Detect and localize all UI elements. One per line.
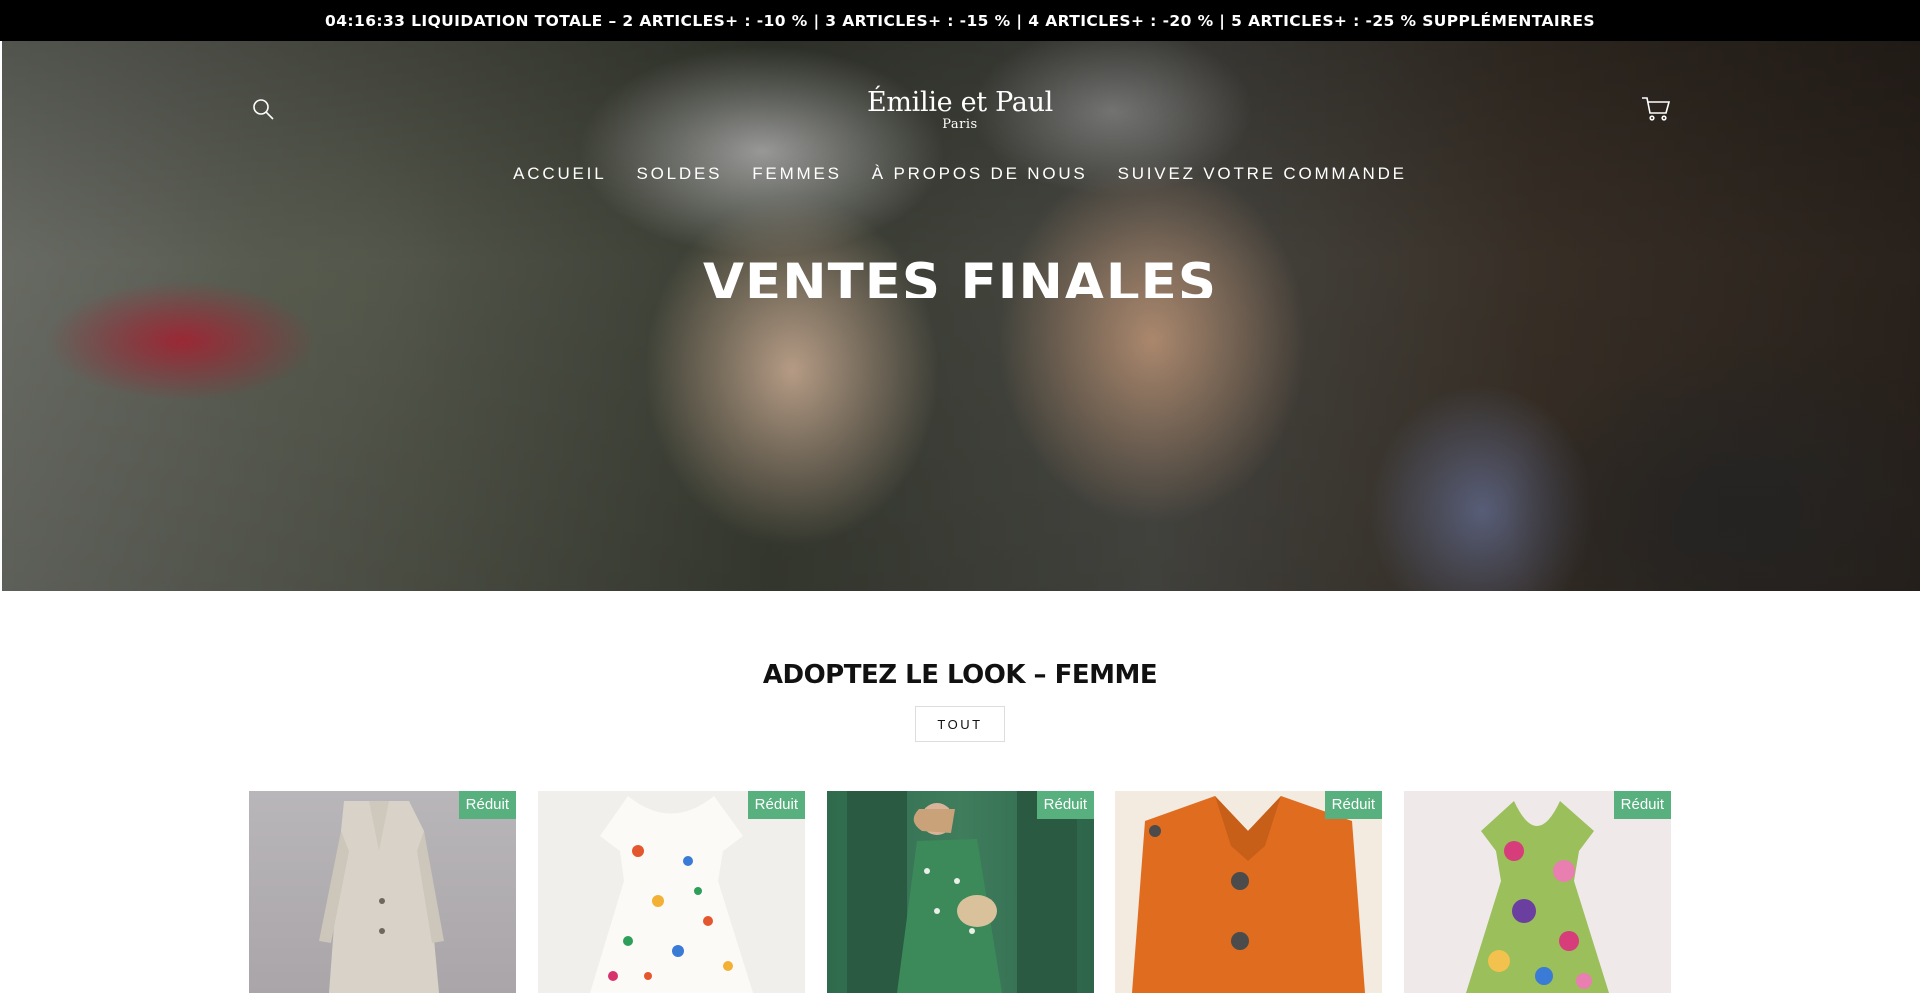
sale-badge: Réduit: [1613, 791, 1671, 819]
sale-badge: Réduit: [747, 791, 805, 819]
view-all-button[interactable]: TOUT: [915, 706, 1005, 742]
product-card[interactable]: Réduit: [538, 791, 805, 993]
cart-button[interactable]: [1638, 92, 1674, 126]
product-card[interactable]: Réduit: [249, 791, 516, 993]
nav-item-soldes[interactable]: SOLDES: [636, 162, 722, 186]
product-image-orange-cardigan: [1132, 796, 1365, 993]
announcement-text: 04:16:33 LIQUIDATION TOTALE – 2 ARTICLES…: [325, 11, 1595, 30]
hero-title: VENTES FINALES: [702, 254, 1217, 298]
nav-item-suivez-commande[interactable]: SUIVEZ VOTRE COMMANDE: [1118, 162, 1407, 186]
product-image-floral-dress: [590, 796, 753, 993]
sale-badge: Réduit: [1036, 791, 1094, 819]
announcement-bar: 04:16:33 LIQUIDATION TOTALE – 2 ARTICLES…: [0, 0, 1920, 41]
collection-title: ADOPTEZ LE LOOK – FEMME: [762, 660, 1158, 690]
sale-badge: Réduit: [1324, 791, 1382, 819]
main-navigation: ACCUEIL SOLDES FEMMES À PROPOS DE NOUS S…: [0, 162, 1920, 186]
product-card[interactable]: Réduit: [1115, 791, 1382, 993]
search-icon: [253, 99, 274, 120]
brand-logo[interactable]: Émilie et Paul Paris: [860, 88, 1060, 132]
nav-item-accueil[interactable]: ACCUEIL: [513, 162, 606, 186]
product-image-wrap-dress: [1466, 801, 1609, 993]
product-image-green-dress: [847, 791, 1077, 993]
logo-sub-text: Paris: [942, 117, 978, 132]
search-button[interactable]: [246, 92, 280, 126]
nav-item-femmes[interactable]: FEMMES: [752, 162, 842, 186]
product-card[interactable]: Réduit: [827, 791, 1094, 993]
nav-item-a-propos[interactable]: À PROPOS DE NOUS: [872, 162, 1088, 186]
sale-badge: Réduit: [458, 791, 516, 819]
product-image-coat: [319, 801, 444, 993]
logo-main-text: Émilie et Paul: [866, 87, 1054, 118]
cart-icon: [1642, 97, 1671, 121]
product-card[interactable]: Réduit: [1404, 791, 1671, 993]
